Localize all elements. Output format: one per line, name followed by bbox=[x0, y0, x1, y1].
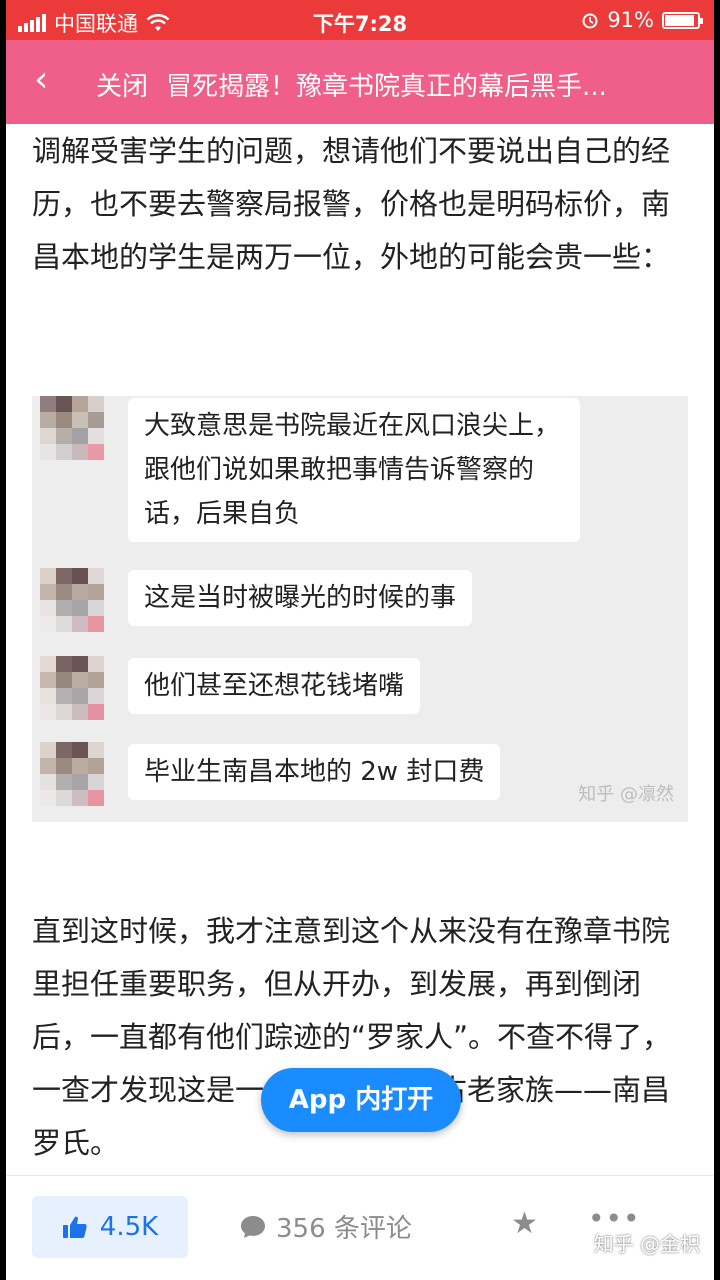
chat-bubble: 他们甚至还想花钱堵嘴 bbox=[128, 658, 421, 714]
blurred-avatar bbox=[40, 656, 104, 720]
page-title: 冒死揭露！豫章书院真正的幕后黑手... bbox=[166, 72, 607, 102]
like-button[interactable]: 4.5K bbox=[32, 1196, 188, 1258]
chat-bubble: 大致意思是书院最近在风口浪尖上，跟他们说如果敢把事情告诉警察的话，后果自负 bbox=[128, 398, 580, 542]
chat-bubble: 这是当时被曝光的时候的事 bbox=[128, 570, 473, 626]
image-watermark: 知乎 @凛然 bbox=[578, 784, 674, 805]
close-button[interactable]: 关闭 bbox=[96, 66, 148, 103]
chat-bubble: 毕业生南昌本地的 2w 封口费 bbox=[128, 744, 501, 800]
bottom-action-bar: 4.5K 356 条评论 ★ ••• 知乎 @金枳 bbox=[6, 1175, 714, 1280]
phone-screen: 中国联通 下午7:28 91% ‹ 关闭 冒死揭露！豫章书院真正的幕后黑手...… bbox=[6, 0, 714, 1280]
comment-bubble-icon bbox=[241, 1215, 265, 1238]
chat-screenshot-image: 大致意思是书院最近在风口浪尖上，跟他们说如果敢把事情告诉警察的话，后果自负 这是… bbox=[32, 396, 688, 822]
battery-icon bbox=[662, 11, 703, 29]
alarm-icon bbox=[582, 13, 598, 29]
blurred-avatar bbox=[40, 396, 104, 460]
back-chevron-icon[interactable]: ‹ bbox=[34, 58, 48, 102]
blurred-avatar bbox=[40, 742, 104, 806]
comments-button[interactable]: 356 条评论 bbox=[240, 1208, 412, 1245]
thumbs-up-icon bbox=[62, 1216, 87, 1238]
star-icon[interactable]: ★ bbox=[511, 1206, 538, 1241]
status-bar: 中国联通 下午7:28 91% bbox=[6, 0, 714, 40]
article-paragraph-1: 调解受害学生的问题，想请他们不要说出自己的经历，也不要去警察局报警，价格也是明码… bbox=[32, 134, 671, 274]
nav-bar: ‹ 关闭 冒死揭露！豫章书院真正的幕后黑手... bbox=[6, 40, 714, 124]
brand-watermark: 知乎 @金枳 bbox=[593, 1232, 700, 1256]
open-in-app-button[interactable]: App 内打开 bbox=[261, 1068, 461, 1132]
status-right: 91% bbox=[581, 8, 703, 32]
battery-percent: 91% bbox=[607, 8, 654, 32]
like-count: 4.5K bbox=[99, 1212, 159, 1242]
blurred-avatar bbox=[40, 568, 104, 632]
comment-count: 356 条评论 bbox=[276, 1214, 412, 1244]
